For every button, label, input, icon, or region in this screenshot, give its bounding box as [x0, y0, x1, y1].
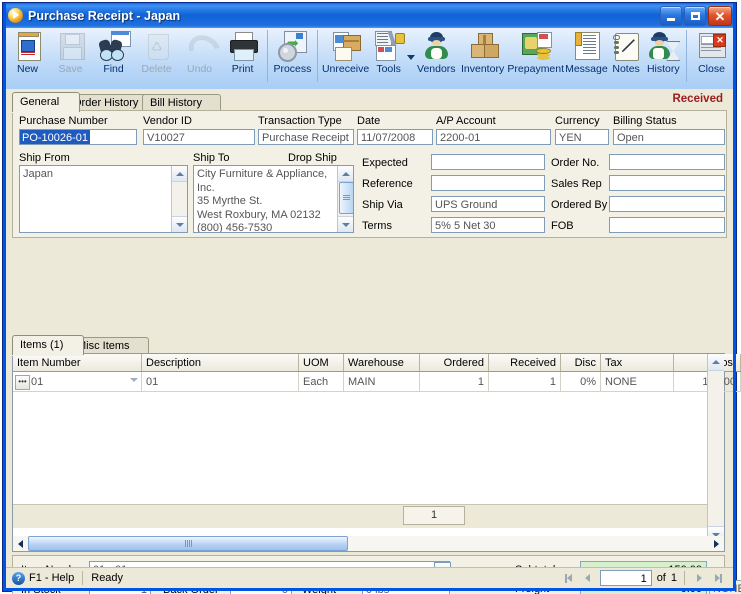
window-border	[3, 3, 736, 591]
tab-items[interactable]: Items (1)	[12, 335, 84, 355]
application-window: Purchase Receipt - Japan ✕ New Save Find…	[0, 0, 741, 594]
window-frame: Purchase Receipt - Japan ✕ New Save Find…	[2, 2, 741, 594]
tab-general[interactable]: General	[12, 92, 80, 112]
